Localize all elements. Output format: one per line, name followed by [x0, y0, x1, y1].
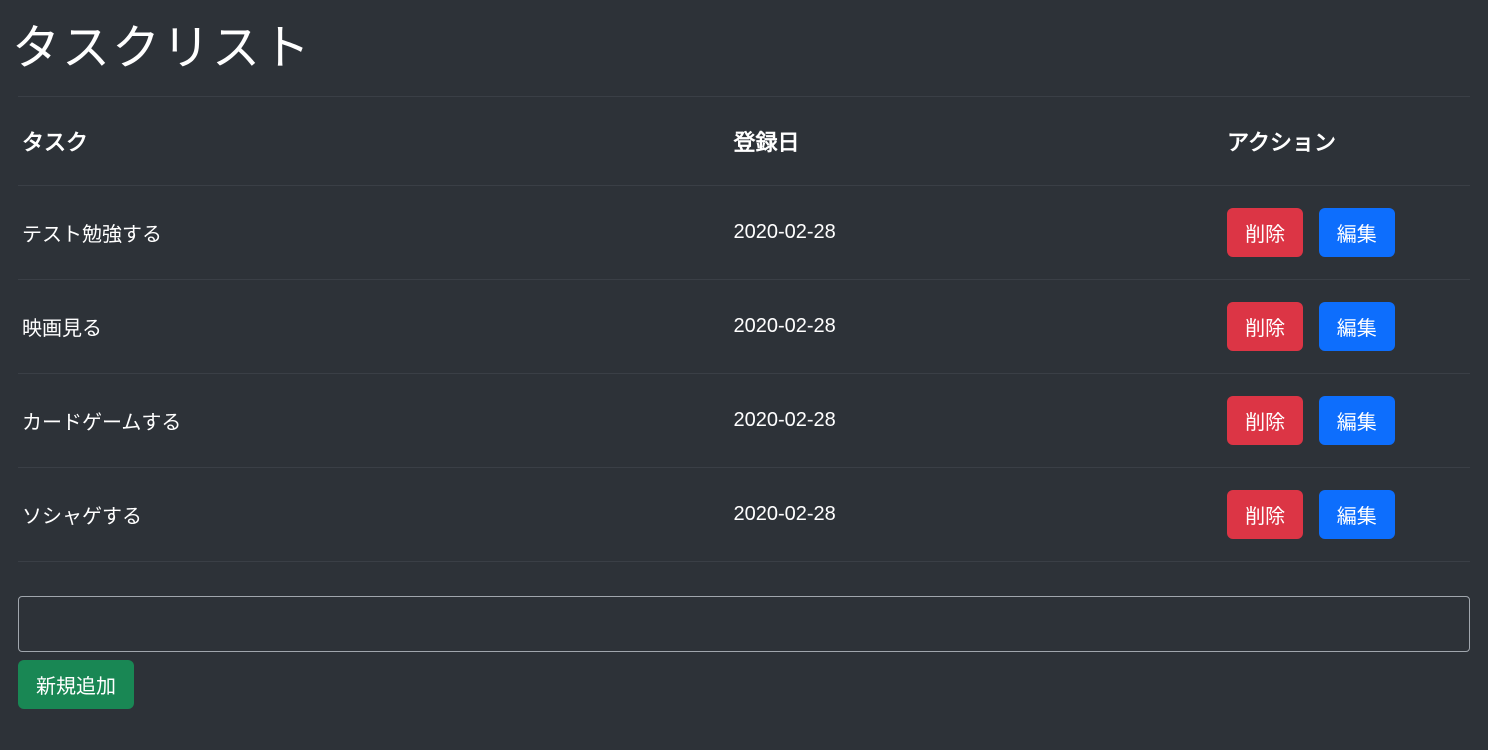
edit-button[interactable]: 編集 — [1319, 490, 1395, 539]
column-header-task: タスク — [18, 97, 729, 186]
task-name-cell: 映画見る — [18, 280, 729, 374]
task-date-cell: 2020-02-28 — [729, 186, 1223, 280]
edit-button[interactable]: 編集 — [1319, 396, 1395, 445]
task-actions-cell: 削除 編集 — [1223, 468, 1470, 562]
delete-button[interactable]: 削除 — [1227, 396, 1303, 445]
task-date-cell: 2020-02-28 — [729, 280, 1223, 374]
task-table: タスク 登録日 アクション テスト勉強する 2020-02-28 削除 編集 映… — [18, 96, 1470, 562]
new-task-input[interactable] — [18, 596, 1470, 652]
edit-button[interactable]: 編集 — [1319, 208, 1395, 257]
delete-button[interactable]: 削除 — [1227, 208, 1303, 257]
page-title: タスクリスト — [12, 8, 1470, 78]
task-name-cell: ソシャゲする — [18, 468, 729, 562]
task-actions-cell: 削除 編集 — [1223, 374, 1470, 468]
table-row: テスト勉強する 2020-02-28 削除 編集 — [18, 186, 1470, 280]
task-name-cell: テスト勉強する — [18, 186, 729, 280]
task-date-cell: 2020-02-28 — [729, 374, 1223, 468]
task-actions-cell: 削除 編集 — [1223, 186, 1470, 280]
add-task-button[interactable]: 新規追加 — [18, 660, 134, 709]
task-name-cell: カードゲームする — [18, 374, 729, 468]
table-row: カードゲームする 2020-02-28 削除 編集 — [18, 374, 1470, 468]
table-row: 映画見る 2020-02-28 削除 編集 — [18, 280, 1470, 374]
edit-button[interactable]: 編集 — [1319, 302, 1395, 351]
column-header-date: 登録日 — [729, 97, 1223, 186]
column-header-action: アクション — [1223, 97, 1470, 186]
task-date-cell: 2020-02-28 — [729, 468, 1223, 562]
delete-button[interactable]: 削除 — [1227, 490, 1303, 539]
task-actions-cell: 削除 編集 — [1223, 280, 1470, 374]
delete-button[interactable]: 削除 — [1227, 302, 1303, 351]
table-row: ソシャゲする 2020-02-28 削除 編集 — [18, 468, 1470, 562]
